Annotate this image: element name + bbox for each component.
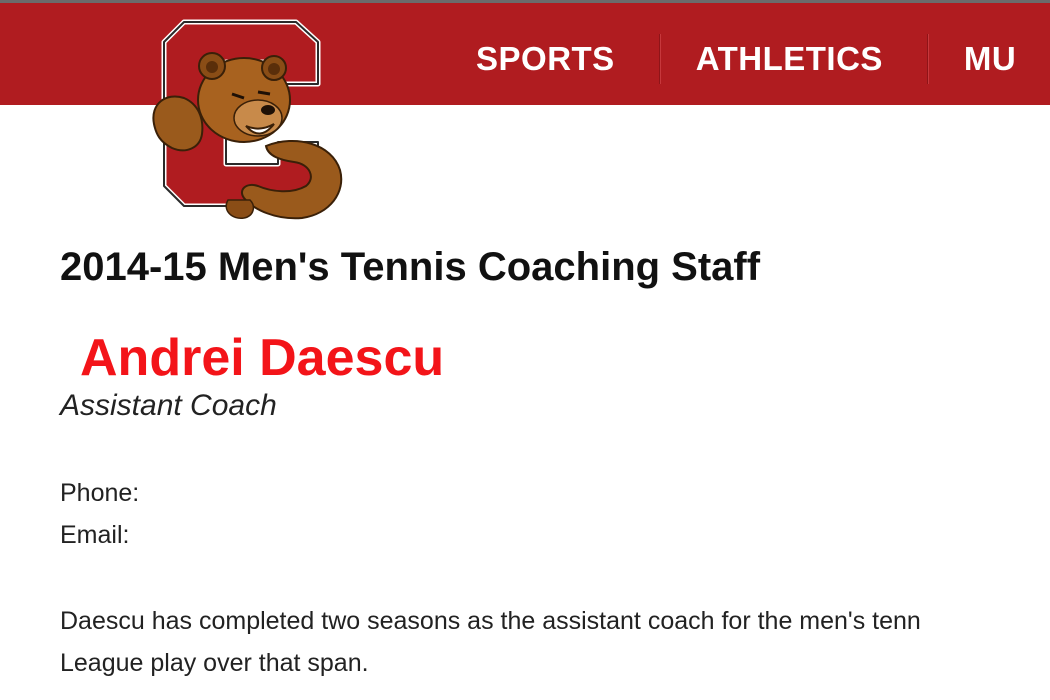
- bio-line: Daescu has completed two seasons as the …: [60, 607, 921, 635]
- bear-gripping-c-logo-icon[interactable]: [146, 14, 356, 226]
- page: SPORTS ATHLETICS MU 2014-15 Men's Tennis…: [0, 0, 1050, 700]
- nav-item-sports[interactable]: SPORTS: [440, 31, 659, 87]
- main-content: 2014-15 Men's Tennis Coaching Staff Andr…: [60, 240, 1050, 684]
- contact-info: Phone: Email:: [60, 472, 1050, 556]
- coach-name: Andrei Daescu: [80, 329, 445, 387]
- coach-bio: Daescu has completed two seasons as the …: [60, 600, 1050, 684]
- main-nav: SPORTS ATHLETICS MU: [440, 31, 1050, 87]
- page-title: 2014-15 Men's Tennis Coaching Staff: [60, 245, 761, 289]
- bio-line: League play over that span.: [60, 649, 369, 677]
- email-label: Email:: [60, 521, 130, 549]
- nav-item-more[interactable]: MU: [928, 31, 1050, 87]
- coach-role: Assistant Coach: [60, 389, 277, 422]
- nav-item-athletics[interactable]: ATHLETICS: [660, 31, 927, 87]
- phone-label: Phone:: [60, 479, 140, 507]
